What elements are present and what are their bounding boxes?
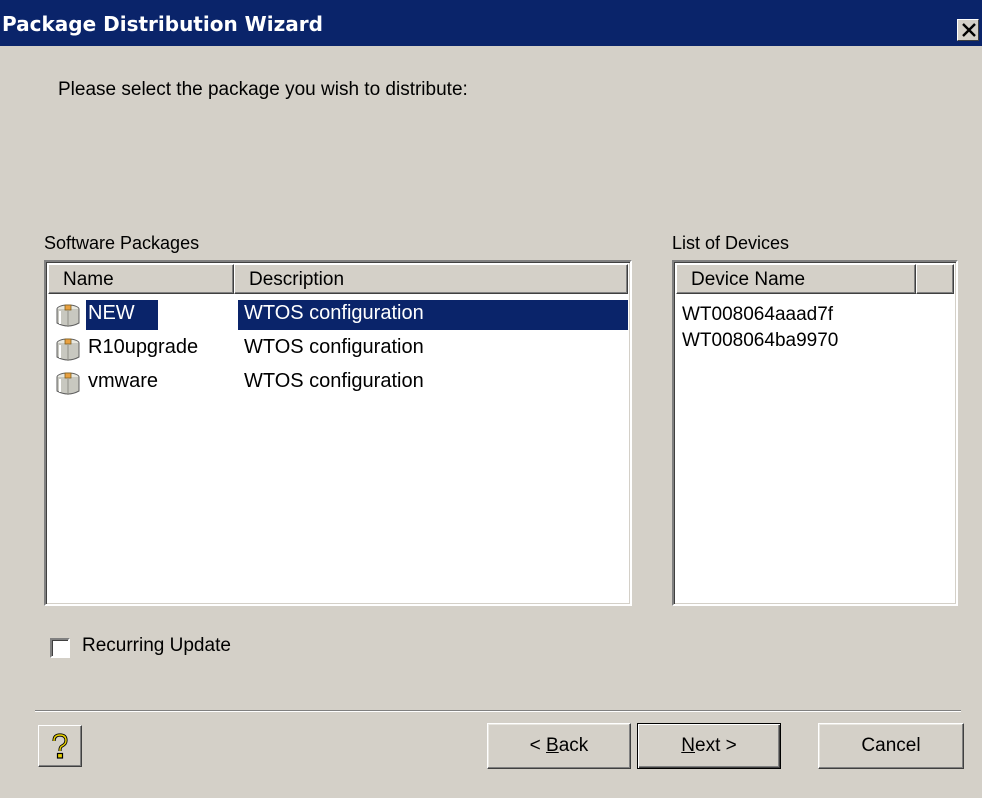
device-row[interactable]: WT008064ba9970	[682, 330, 838, 352]
software-packages-label: Software Packages	[44, 233, 200, 253]
close-x-icon	[962, 23, 976, 37]
back-button[interactable]: < Back	[487, 723, 631, 769]
package-name: NEW	[88, 302, 135, 324]
recurring-update-checkbox[interactable]	[50, 638, 70, 658]
package-row[interactable]: R10upgrade WTOS configuration	[48, 334, 628, 364]
back-prefix: <	[529, 735, 547, 756]
column-header-name[interactable]: Name	[48, 264, 234, 294]
next-rest: ext >	[695, 735, 737, 756]
package-row[interactable]: NEW WTOS configuration	[48, 300, 628, 330]
next-button[interactable]: Next >	[637, 723, 781, 769]
package-description: WTOS configuration	[244, 370, 424, 392]
close-button[interactable]	[957, 19, 979, 41]
column-header-extra[interactable]	[916, 264, 954, 294]
instruction-text: Please select the package you wish to di…	[58, 79, 468, 100]
back-mnemonic: B	[546, 735, 559, 756]
window-title: Package Distribution Wizard	[2, 12, 323, 36]
recurring-update-label[interactable]: Recurring Update	[82, 635, 231, 657]
package-name: R10upgrade	[88, 336, 199, 358]
package-row[interactable]: vmware WTOS configuration	[48, 368, 628, 398]
next-mnemonic: N	[681, 735, 695, 756]
software-packages-list[interactable]: Name Description NEW WTOS configuration R1…	[44, 260, 632, 606]
package-name: vmware	[88, 370, 159, 392]
package-icon	[54, 336, 82, 364]
help-question-icon	[52, 733, 68, 759]
help-button[interactable]	[38, 725, 82, 767]
package-icon	[54, 302, 82, 330]
device-list[interactable]: Device Name WT008064aaad7f WT008064ba997…	[672, 260, 958, 606]
package-description: WTOS configuration	[244, 302, 424, 324]
separator-highlight	[35, 711, 961, 712]
column-header-description[interactable]: Description	[234, 264, 628, 294]
column-header-device-name[interactable]: Device Name	[676, 264, 916, 294]
title-bar: Package Distribution Wizard	[0, 0, 982, 46]
package-description: WTOS configuration	[244, 336, 424, 358]
device-row[interactable]: WT008064aaad7f	[682, 304, 833, 326]
list-of-devices-label: List of Devices	[672, 233, 790, 253]
back-rest: ack	[558, 735, 589, 756]
package-icon	[54, 370, 82, 398]
cancel-button[interactable]: Cancel	[818, 723, 964, 769]
